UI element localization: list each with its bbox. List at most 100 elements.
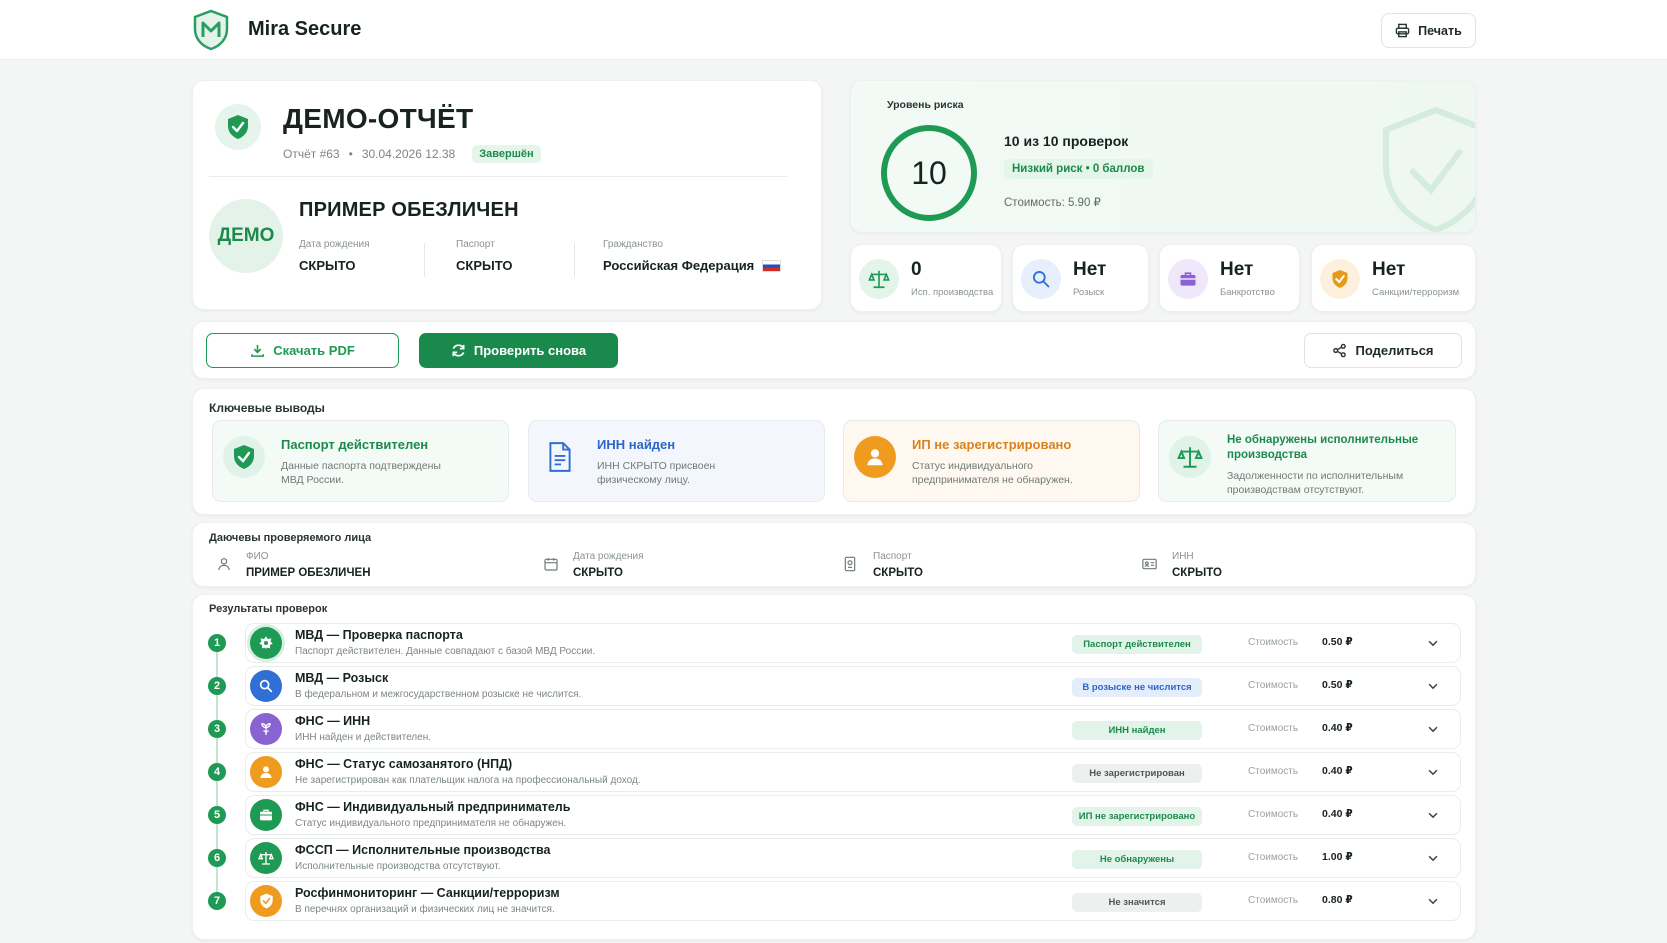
passport-field: Паспорт СКРЫТО — [456, 239, 512, 273]
recheck-button[interactable]: Проверить снова — [419, 333, 618, 368]
check-title: МВД — Розыск — [295, 671, 389, 685]
check-row-selfemployed[interactable]: ФНС — Статус самозанятого (НПД) Не зарег… — [245, 752, 1461, 792]
divider — [574, 243, 575, 277]
avatar: ДЕМО — [209, 199, 283, 273]
cost-label: Стоимость — [1248, 637, 1299, 648]
briefcase-icon — [1168, 259, 1208, 299]
field-label: Паспорт — [456, 239, 495, 250]
person-name: ПРИМЕР ОБЕЗЛИЧЕН — [299, 199, 519, 221]
chevron-down-icon[interactable] — [1426, 808, 1440, 827]
passport-icon — [842, 556, 858, 577]
status-badge: Не значится — [1072, 893, 1202, 912]
finding-passport[interactable]: Паспорт действителен Данные паспорта под… — [212, 420, 509, 502]
download-icon — [251, 344, 265, 357]
check-title: ФССП — Исполнительные производства — [295, 843, 551, 857]
chevron-down-icon[interactable] — [1426, 679, 1440, 698]
cost-label: Стоимость — [1248, 852, 1299, 863]
chevron-down-icon[interactable] — [1426, 765, 1440, 784]
stat-tile-wanted[interactable]: Нет Розыск — [1012, 244, 1149, 312]
cost-value: 0.80 ₽ — [1322, 894, 1353, 906]
cost-value: 0.40 ₽ — [1322, 722, 1353, 734]
check-row-sanctions[interactable]: Росфинмониторинг — Санкции/терроризм В п… — [245, 881, 1461, 921]
field-value: СКРЫТО — [299, 258, 356, 273]
chevron-down-icon[interactable] — [1426, 722, 1440, 741]
emblem-icon — [250, 713, 282, 745]
share-button[interactable]: Поделиться — [1304, 333, 1462, 368]
cost-label: Стоимость — [1248, 809, 1299, 820]
stat-label: Розыск — [1073, 287, 1105, 298]
section-title: Результаты проверок — [209, 603, 328, 615]
section-title: Даючевы проверяемого лица — [209, 532, 372, 544]
chevron-down-icon[interactable] — [1426, 894, 1440, 913]
download-pdf-button[interactable]: Скачать PDF — [206, 333, 399, 368]
chevron-down-icon[interactable] — [1426, 636, 1440, 655]
cost-label: Стоимость — [1248, 680, 1299, 691]
report-number: Отчёт #63 — [283, 147, 340, 161]
check-row-fssp[interactable]: ФССП — Исполнительные производства Испол… — [245, 838, 1461, 878]
stat-tile-enforcement[interactable]: 0 Исп. производства — [850, 244, 1002, 312]
divider — [209, 176, 787, 177]
print-button[interactable]: Печать — [1381, 13, 1476, 48]
step-number: 3 — [208, 720, 226, 738]
finding-title: ИНН найден — [597, 437, 676, 452]
cost-value: 0.50 ₽ — [1322, 636, 1353, 648]
field-value: СКРЫТО — [456, 258, 513, 273]
check-row-inn[interactable]: ФНС — ИНН ИНН найден и действителен. ИНН… — [245, 709, 1461, 749]
citizenship-field: Гражданство Российская Федерация — [603, 239, 782, 273]
share-label: Поделиться — [1355, 343, 1434, 358]
risk-score-ring: 10 — [881, 125, 977, 221]
person-data-card: Даючевы проверяемого лица — [192, 522, 1476, 587]
check-title: ФНС — Индивидуальный предприниматель — [295, 800, 571, 814]
shield-check-icon — [228, 115, 248, 139]
stat-tile-sanctions[interactable]: Нет Санкции/терроризм — [1311, 244, 1476, 312]
status-badge: ИП не зарегистрировано — [1072, 807, 1202, 826]
check-desc: Паспорт действителен. Данные совпадают с… — [295, 646, 596, 657]
field-label: Дата рождения — [299, 239, 370, 250]
section-title: Ключевые выводы — [209, 401, 325, 415]
check-title: ФНС — ИНН — [295, 714, 371, 728]
finding-title: ИП не зарегистрировано — [912, 437, 1072, 452]
total-cost: Стоимость: 5.90 ₽ — [1004, 197, 1101, 209]
check-title: МВД — Проверка паспорта — [295, 628, 463, 642]
id-card-icon — [1141, 556, 1158, 577]
check-desc: Не зарегистрирован как плательщик налога… — [295, 775, 641, 786]
check-row-passport[interactable]: МВД — Проверка паспорта Паспорт действит… — [245, 623, 1461, 663]
search-icon — [250, 670, 282, 702]
checks-count: 10 из 10 проверок — [1004, 133, 1129, 149]
recheck-label: Проверить снова — [473, 343, 587, 358]
status-badge: ИНН найден — [1072, 721, 1202, 740]
scales-icon — [1169, 436, 1211, 478]
finding-ip[interactable]: ИП не зарегистрировано Статус индивидуал… — [843, 420, 1140, 502]
report-shield-badge — [215, 104, 261, 150]
check-title: Росфинмониторинг — Санкции/терроризм — [295, 886, 560, 900]
field-label: Гражданство — [603, 239, 663, 250]
mira-logo-icon[interactable] — [192, 9, 230, 51]
finding-enforcement[interactable]: Не обнаружены исполнительные производства… — [1158, 420, 1456, 502]
check-desc: Исполнительные производства отсутствуют. — [295, 861, 501, 872]
finding-inn[interactable]: ИНН найден ИНН СКРЫТО присвоен физическом… — [528, 420, 825, 502]
person-field-inn: ИНН СКРЫТО — [1172, 551, 1222, 579]
check-desc: В перечнях организаций и физических лиц … — [295, 904, 555, 915]
refresh-icon — [452, 344, 465, 357]
step-number: 7 — [208, 892, 226, 910]
risk-card: Уровень риска 10 10 из 10 проверок Низки… — [850, 80, 1476, 233]
shield-check-icon — [223, 436, 265, 478]
stat-tile-bankruptcy[interactable]: Нет Банкротство — [1159, 244, 1300, 312]
chevron-down-icon[interactable] — [1426, 851, 1440, 870]
document-icon — [539, 436, 581, 478]
field-value: Российская Федерация — [603, 258, 755, 273]
check-row-ip[interactable]: ФНС — Индивидуальный предприниматель Ста… — [245, 795, 1461, 835]
finding-desc: Данные паспорта подтверждены МВД России. — [281, 460, 441, 486]
stat-label: Исп. производства — [911, 287, 994, 298]
scales-icon — [859, 259, 899, 299]
cost-value: 0.40 ₽ — [1322, 808, 1353, 820]
risk-label: Уровень риска — [887, 99, 964, 111]
report-title: ДЕМО-ОТЧЁТ — [283, 103, 474, 134]
brand-name: Mira Secure — [248, 18, 362, 40]
report-meta: Отчёт #63 • 30.04.2026 12.38 Завершён — [283, 145, 541, 163]
check-row-wanted[interactable]: МВД — Розыск В федеральном и межгосударс… — [245, 666, 1461, 706]
finding-title: Паспорт действителен — [281, 437, 429, 452]
step-number: 6 — [208, 849, 226, 867]
stat-value: Нет — [1372, 259, 1406, 280]
stat-label: Банкротство — [1220, 287, 1275, 298]
